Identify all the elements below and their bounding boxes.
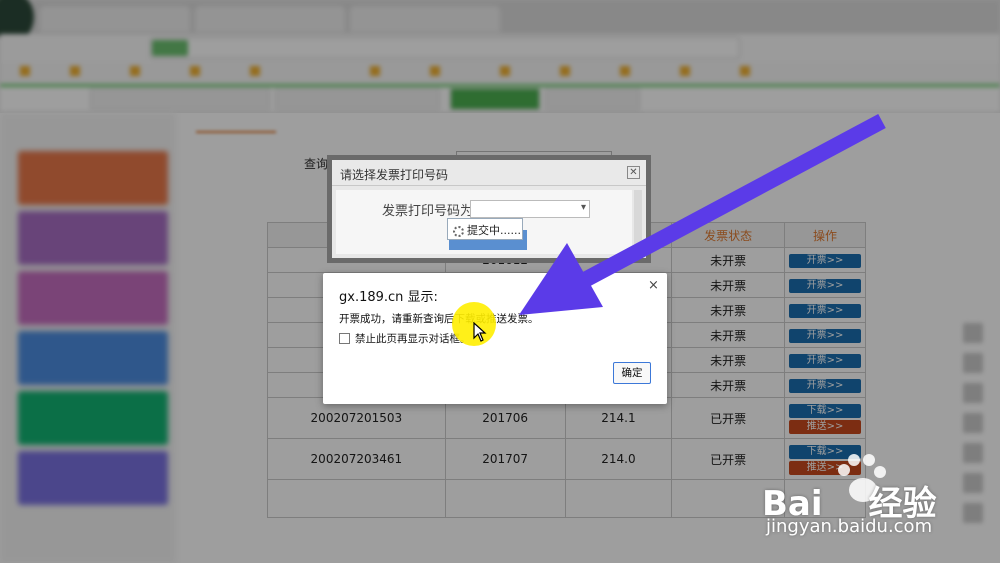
watermark-url: jingyan.baidu.com	[766, 516, 933, 537]
baidu-jingyan-watermark: Bai 经验 jingyan.baidu.com	[762, 452, 998, 562]
